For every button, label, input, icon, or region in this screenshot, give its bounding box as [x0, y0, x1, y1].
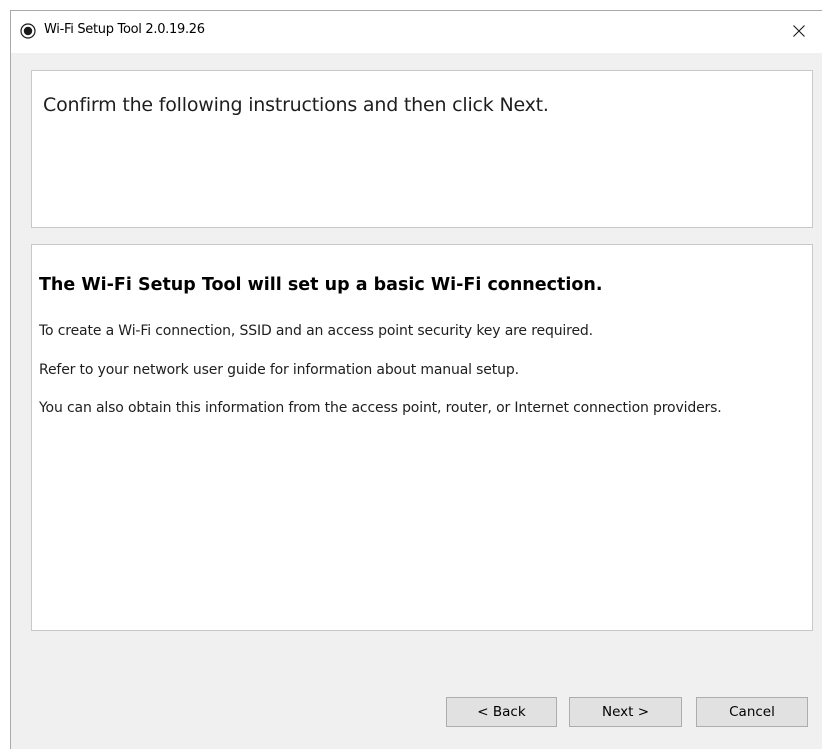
paragraph-user-guide: Refer to your network user guide for inf… [39, 362, 519, 378]
close-button[interactable] [776, 11, 822, 51]
close-icon [793, 22, 805, 41]
radio-target-icon [20, 23, 36, 39]
title-bar[interactable]: Wi-Fi Setup Tool 2.0.19.26 [11, 11, 822, 53]
instruction-text: Confirm the following instructions and t… [43, 94, 549, 116]
paragraph-requirements: To create a Wi-Fi connection, SSID and a… [39, 323, 593, 339]
window-title: Wi-Fi Setup Tool 2.0.19.26 [44, 22, 205, 37]
instruction-panel: Confirm the following instructions and t… [31, 70, 813, 228]
cancel-button[interactable]: Cancel [696, 697, 808, 727]
next-button[interactable]: Next > [569, 697, 682, 727]
content-heading: The Wi-Fi Setup Tool will set up a basic… [39, 275, 603, 295]
content-panel: The Wi-Fi Setup Tool will set up a basic… [31, 244, 813, 631]
setup-window: Wi-Fi Setup Tool 2.0.19.26 Confirm the f… [10, 10, 822, 749]
back-button[interactable]: < Back [446, 697, 557, 727]
paragraph-providers: You can also obtain this information fro… [39, 400, 722, 416]
